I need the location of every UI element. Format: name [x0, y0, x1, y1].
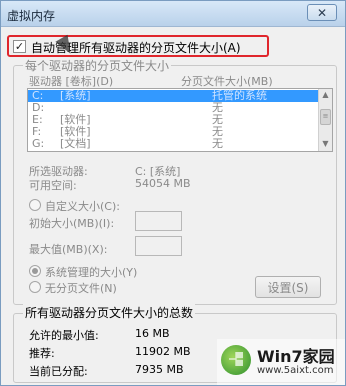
- initial-size-label: 初始大小(MB)(I):: [29, 217, 115, 230]
- drive-list-scrollbar[interactable]: ▲ ≡ ▼: [318, 89, 332, 151]
- auto-manage-highlight: ✓ 自动管理所有驱动器的分页文件大小(A): [7, 35, 269, 57]
- close-button[interactable]: ✕: [307, 4, 337, 21]
- current-allocated-value: 7935 MB: [135, 363, 184, 376]
- custom-size-label[interactable]: 自定义大小(C):: [45, 198, 120, 214]
- min-allowed-label: 允许的最小值:: [29, 329, 99, 342]
- scroll-thumb[interactable]: ≡: [320, 109, 331, 125]
- column-header-size: 分页文件大小(MB): [181, 75, 273, 88]
- min-allowed-value: 16 MB: [135, 327, 170, 340]
- auto-manage-checkbox[interactable]: ✓: [13, 40, 26, 53]
- max-size-label: 最大值(MB)(X):: [29, 243, 108, 256]
- free-space-label: 可用空间:: [29, 179, 77, 192]
- initial-size-input[interactable]: [135, 211, 182, 231]
- free-space-value: 54054 MB: [135, 177, 191, 190]
- watermark-title: Win7家园: [257, 347, 335, 366]
- windows-logo-icon: [221, 345, 251, 375]
- max-size-input[interactable]: [135, 236, 182, 256]
- totals-legend: 所有驱动器分页文件大小的总数: [23, 304, 196, 321]
- drive-list[interactable]: C: [系统] 托管的系统 D: 无 E: [软件] 无 F: [软件] 无 G…: [27, 88, 333, 152]
- current-allocated-label: 当前已分配:: [29, 365, 88, 378]
- system-managed-label[interactable]: 系统管理的大小(Y): [45, 264, 137, 280]
- site-watermark: Win7家园 www.5aixt.com: [217, 339, 345, 385]
- no-paging-file-radio[interactable]: [29, 281, 41, 293]
- virtual-memory-dialog: 虚拟内存 ✕ ✓ 自动管理所有驱动器的分页文件大小(A) 每个驱动器的分页文件大…: [0, 0, 346, 386]
- set-button[interactable]: 设置(S): [255, 276, 321, 298]
- recommended-value: 11902 MB: [135, 345, 191, 358]
- drive-row-c[interactable]: C: [系统] 托管的系统: [28, 90, 320, 102]
- window-title: 虚拟内存: [7, 9, 56, 23]
- custom-size-radio[interactable]: [29, 199, 41, 211]
- column-header-drive: 驱动器 [卷标](D): [29, 75, 114, 88]
- no-paging-file-label[interactable]: 无分页文件(N): [45, 280, 117, 296]
- title-bar: 虚拟内存 ✕: [1, 1, 345, 27]
- scroll-down-icon[interactable]: ▼: [319, 138, 332, 150]
- watermark-url: www.5aixt.com: [257, 365, 334, 376]
- scroll-up-icon[interactable]: ▲: [319, 89, 332, 101]
- system-managed-radio[interactable]: [29, 265, 41, 277]
- drive-row-g[interactable]: G: [文档] 无: [28, 138, 320, 150]
- close-icon: ✕: [316, 5, 328, 20]
- recommended-label: 推荐:: [29, 347, 55, 360]
- per-drive-legend: 每个驱动器的分页文件大小: [23, 57, 172, 74]
